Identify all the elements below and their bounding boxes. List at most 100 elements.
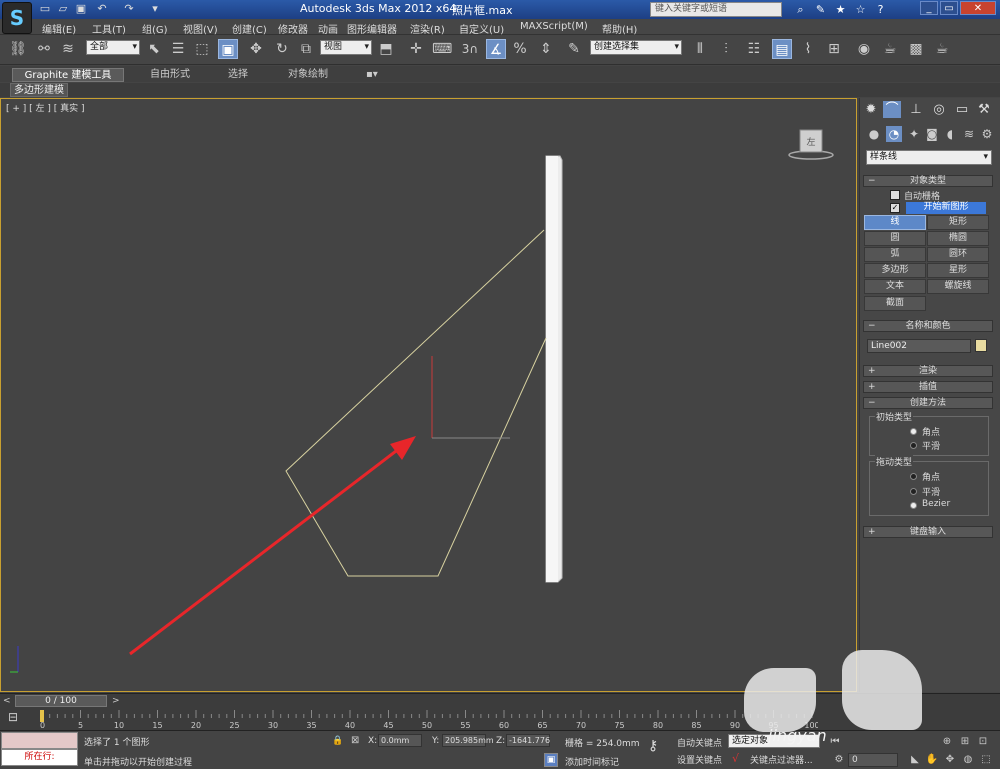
set-key-icon[interactable]: ⚷	[648, 738, 658, 754]
utilities-panel-icon[interactable]: ⚒	[975, 101, 993, 118]
snaps-toggle-icon[interactable]: 3∩	[460, 39, 480, 59]
ribbon-options-icon[interactable]: ▪▾	[360, 68, 384, 82]
track-ruler[interactable]: 0510152025303540455055606570758085909510…	[38, 708, 818, 731]
angle-snap-icon[interactable]: ∡	[486, 39, 506, 59]
rollout-name-color[interactable]: − 名称和颜色	[863, 320, 993, 332]
object-color-swatch[interactable]	[975, 339, 987, 352]
edit-named-sets-icon[interactable]: ✎	[564, 39, 584, 59]
menu-create[interactable]: 创建(C)	[232, 21, 267, 36]
menu-help[interactable]: 帮助(H)	[602, 21, 637, 36]
auto-key-button[interactable]: 自动关键点	[677, 736, 722, 749]
rollout-keyboard-entry[interactable]: + 键盘输入	[863, 526, 993, 538]
drag-smooth-radio[interactable]	[910, 488, 917, 495]
text-button[interactable]: 文本	[864, 279, 926, 294]
selection-filter-dropdown[interactable]: 全部	[86, 40, 140, 55]
maxscript-line[interactable]: 所在行:	[1, 749, 78, 766]
rendered-frame-icon[interactable]: ▩	[906, 39, 926, 59]
y-coordinate-field[interactable]: 205.985mm	[442, 734, 494, 747]
communication-icon[interactable]: ★	[833, 2, 848, 17]
schematic-view-icon[interactable]: ⊞	[824, 39, 844, 59]
restore-button[interactable]: ▭	[940, 1, 958, 15]
tab-polygon-modeling[interactable]: 多边形建模	[10, 83, 68, 97]
systems-icon[interactable]: ⚙	[979, 126, 995, 142]
rollout-creation-method[interactable]: − 创建方法	[863, 397, 993, 409]
orbit-subobject-icon[interactable]: ◍	[961, 753, 975, 767]
named-selection-dropdown[interactable]: 创建选择集	[590, 40, 682, 55]
time-slider-next-icon[interactable]: >	[112, 696, 122, 706]
search-icon[interactable]: ⌕	[793, 2, 808, 17]
ngon-button[interactable]: 多边形	[864, 263, 926, 278]
rectangle-button[interactable]: 矩形	[927, 215, 989, 230]
close-button[interactable]: ✕	[960, 1, 996, 15]
quick-access-dropdown-icon[interactable]: ▾	[148, 2, 162, 16]
pivot-center-icon[interactable]: ⬒	[376, 39, 396, 59]
time-config-icon[interactable]: ⚙	[832, 753, 846, 767]
helpers-icon[interactable]: ◖	[942, 126, 958, 142]
menu-graph-editors[interactable]: 图形编辑器	[347, 21, 397, 36]
select-link-icon[interactable]: ⛓	[8, 39, 28, 59]
set-key-button[interactable]: 设置关键点	[677, 753, 722, 766]
unlink-icon[interactable]: ⚯	[34, 39, 54, 59]
tab-freeform[interactable]: 自由形式	[144, 68, 196, 82]
layer-manager-icon[interactable]: ☷	[744, 39, 764, 59]
go-to-start-icon[interactable]: ⏮	[828, 735, 842, 749]
space-warps-icon[interactable]: ≋	[961, 126, 977, 142]
window-crossing-icon[interactable]: ▣	[218, 39, 238, 59]
material-editor-icon[interactable]: ◉	[854, 39, 874, 59]
line-button[interactable]: 线	[864, 215, 926, 230]
menu-rendering[interactable]: 渲染(R)	[410, 21, 445, 36]
display-panel-icon[interactable]: ▭	[953, 101, 971, 118]
motion-panel-icon[interactable]: ◎	[930, 101, 948, 118]
tab-graphite-modeling[interactable]: Graphite 建模工具	[12, 68, 124, 82]
mini-curve-editor-icon[interactable]: ⊟	[8, 710, 28, 728]
hierarchy-panel-icon[interactable]: ⊥	[907, 101, 925, 118]
redo-icon[interactable]: ↷	[122, 2, 136, 16]
spinner-snap-icon[interactable]: ⇕	[536, 39, 556, 59]
graphite-toggle-icon[interactable]: ▤	[772, 39, 792, 59]
z-coordinate-field[interactable]: -1641.776	[506, 734, 550, 747]
menu-animation[interactable]: 动画	[318, 21, 338, 36]
cameras-icon[interactable]: ◙	[924, 126, 940, 142]
menu-modifiers[interactable]: 修改器	[278, 21, 308, 36]
zoom-icon[interactable]: ⊕	[940, 735, 954, 749]
menu-group[interactable]: 组(G)	[142, 21, 168, 36]
viewcube[interactable]: 左	[788, 127, 834, 161]
move-icon[interactable]: ✥	[246, 39, 266, 59]
select-by-name-icon[interactable]: ☰	[168, 39, 188, 59]
initial-corner-radio[interactable]	[910, 428, 917, 435]
field-of-view-icon[interactable]: ◣	[908, 753, 922, 767]
menu-customize[interactable]: 自定义(U)	[459, 21, 504, 36]
selection-lock-icon[interactable]: 🔒	[332, 736, 343, 746]
rotate-icon[interactable]: ↻	[272, 39, 292, 59]
lights-icon[interactable]: ✦	[906, 126, 922, 142]
pan-icon[interactable]: ✋	[925, 753, 939, 767]
add-time-tag-label[interactable]: 添加时间标记	[565, 755, 619, 768]
save-file-icon[interactable]: ▣	[74, 2, 88, 16]
curve-editor-icon[interactable]: ⌇	[798, 39, 818, 59]
maxscript-listener[interactable]	[1, 732, 78, 749]
open-file-icon[interactable]: ▱	[56, 2, 70, 16]
object-name-input[interactable]: Line002	[867, 339, 971, 353]
ellipse-button[interactable]: 椭圆	[927, 231, 989, 246]
minimize-button[interactable]: _	[920, 1, 938, 15]
keyboard-shortcut-override-icon[interactable]: ⌨	[432, 39, 452, 59]
tab-object-paint[interactable]: 对象绘制	[282, 68, 334, 82]
render-setup-icon[interactable]: ☕	[880, 39, 900, 59]
render-production-icon[interactable]: ☕	[932, 39, 952, 59]
select-manipulate-icon[interactable]: ✛	[406, 39, 426, 59]
star-button[interactable]: 星形	[927, 263, 989, 278]
mirror-icon[interactable]: ⫴	[690, 39, 710, 59]
new-file-icon[interactable]: ▭	[38, 2, 52, 16]
rollout-object-type[interactable]: − 对象类型	[863, 175, 993, 187]
create-panel-icon[interactable]: ✹	[862, 101, 880, 118]
geometry-icon[interactable]: ●	[866, 126, 882, 142]
autogrid-checkbox[interactable]	[890, 190, 900, 200]
maximize-viewport-icon[interactable]: ⬚	[979, 753, 993, 767]
search-input[interactable]: 键入关键字或短语	[650, 2, 782, 17]
zoom-all-icon[interactable]: ⊞	[958, 735, 972, 749]
drag-bezier-radio[interactable]	[910, 502, 917, 509]
bind-space-warp-icon[interactable]: ≋	[58, 39, 78, 59]
menu-edit[interactable]: 编辑(E)	[42, 21, 76, 36]
undo-icon[interactable]: ↶	[95, 2, 109, 16]
circle-button[interactable]: 圆	[864, 231, 926, 246]
